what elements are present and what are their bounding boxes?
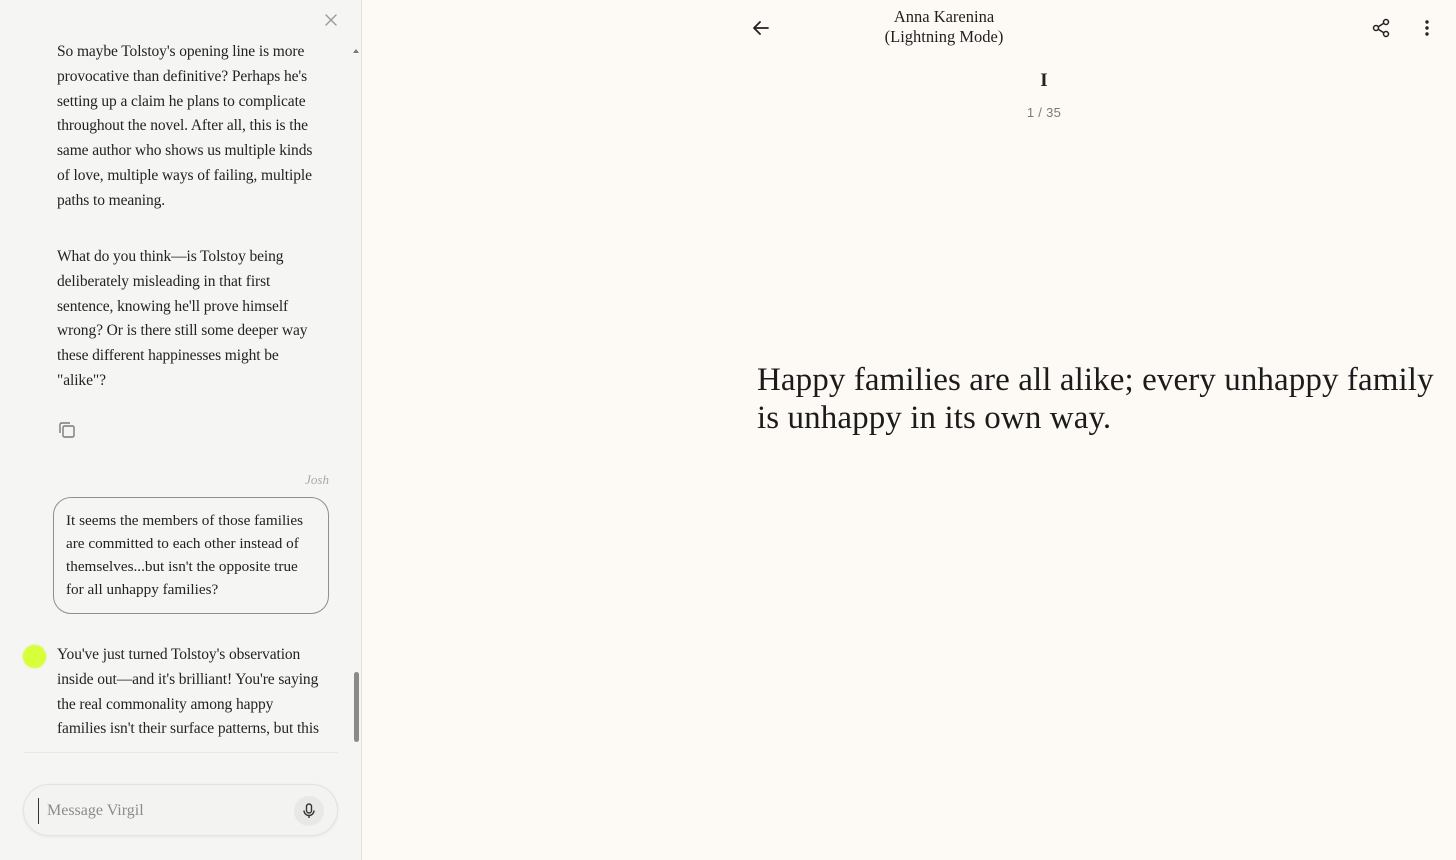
scrollbar-thumb[interactable] — [354, 672, 359, 742]
more-options-button[interactable] — [1416, 17, 1438, 39]
microphone-icon — [303, 803, 315, 818]
message-list: So maybe Tolstoy's opening line is more … — [0, 30, 345, 752]
copy-message-button[interactable] — [56, 419, 78, 441]
message-input[interactable] — [38, 798, 288, 824]
user-sender-name: Josh — [305, 472, 329, 487]
chat-panel: So maybe Tolstoy's opening line is more … — [0, 0, 362, 860]
message-fade-overlay — [0, 730, 345, 752]
book-title: Anna Karenina (Lightning Mode) — [794, 7, 1094, 46]
assistant-message-paragraph: What do you think—is Tolstoy being delib… — [57, 248, 308, 389]
app-window: So maybe Tolstoy's opening line is more … — [0, 0, 1456, 860]
scroll-up-arrow-icon[interactable] — [351, 46, 361, 56]
close-chat-button[interactable] — [321, 10, 341, 30]
book-title-mode: (Lightning Mode) — [884, 26, 1004, 46]
assistant-avatar — [23, 645, 46, 668]
message-composer — [23, 784, 338, 836]
reader-pane: Anna Karenina (Lightning Mode) I 1 / 35 … — [362, 0, 1456, 860]
assistant-message-paragraph: So maybe Tolstoy's opening line is more … — [57, 43, 313, 209]
arrow-left-icon — [753, 21, 769, 35]
more-vertical-icon — [1425, 20, 1429, 36]
share-button[interactable] — [1370, 17, 1392, 39]
share-icon — [1372, 18, 1390, 38]
user-message-bubble: It seems the members of those families a… — [53, 497, 329, 614]
scrollbar-track[interactable] — [352, 58, 360, 748]
copy-icon — [59, 422, 75, 438]
chapter-number: I — [1040, 70, 1048, 91]
page-indicator: 1 / 35 — [1026, 105, 1062, 120]
book-passage: Happy families are all alike; every unha… — [757, 362, 1434, 436]
composer-divider — [24, 752, 338, 753]
book-title-line: Anna Karenina — [893, 7, 995, 26]
voice-input-button[interactable] — [294, 796, 324, 826]
back-button[interactable] — [750, 17, 772, 39]
close-icon — [325, 14, 337, 26]
assistant-message-paragraph: You've just turned Tolstoy's observation… — [57, 646, 319, 738]
